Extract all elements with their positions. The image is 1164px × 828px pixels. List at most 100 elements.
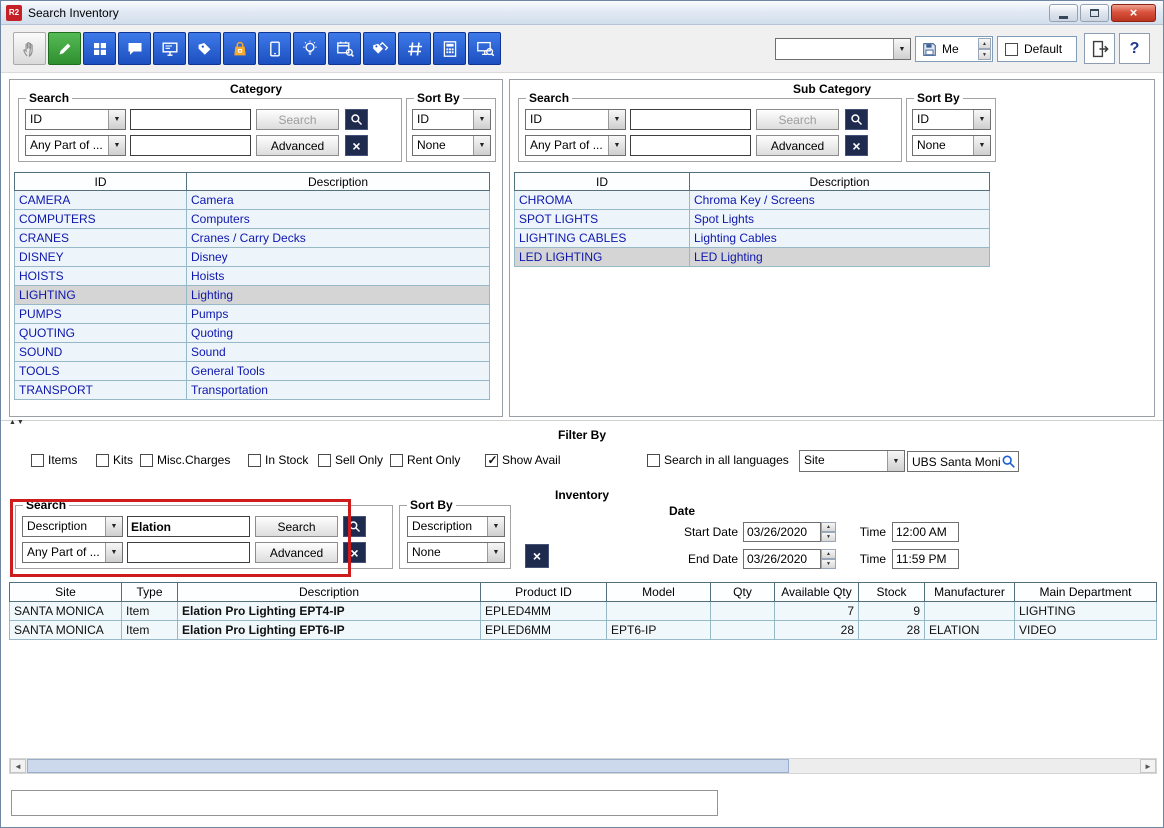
column-header[interactable]: ID <box>15 173 187 191</box>
scroll-thumb[interactable] <box>27 759 789 773</box>
column-header[interactable]: ID <box>515 173 690 191</box>
subcategory-sort-primary[interactable]: ID▼ <box>912 109 991 130</box>
help-button[interactable]: ? <box>1119 33 1150 64</box>
end-time-field[interactable] <box>892 549 959 569</box>
calendar-search-button[interactable] <box>328 32 361 65</box>
category-search-input[interactable] <box>130 109 251 130</box>
filter-checkbox-items[interactable]: Items <box>31 453 77 467</box>
table-row-selected[interactable]: LIGHTINGLighting <box>15 286 490 305</box>
spinner-down-icon[interactable]: ▼ <box>821 559 836 569</box>
category-magnifier-button[interactable] <box>345 109 368 130</box>
inventory-sort-primary[interactable]: Description▼ <box>407 516 505 537</box>
subcategory-clear-button[interactable]: × <box>845 135 868 156</box>
default-checkbox[interactable]: Default <box>997 36 1077 62</box>
monitor-search-button[interactable] <box>468 32 501 65</box>
inventory-search-input[interactable] <box>127 516 250 537</box>
column-header[interactable]: Main Department <box>1015 583 1157 602</box>
preset-selector[interactable]: ▼ <box>775 38 911 60</box>
category-match-selector[interactable]: Any Part of ...▼ <box>25 135 126 156</box>
checkbox-icon[interactable] <box>318 454 331 467</box>
column-header[interactable]: Product ID <box>481 583 607 602</box>
status-input[interactable] <box>11 790 718 816</box>
monitor-button[interactable] <box>153 32 186 65</box>
column-header[interactable]: Stock <box>859 583 925 602</box>
spinner-down-icon[interactable]: ▼ <box>978 49 991 60</box>
maximize-button[interactable] <box>1080 4 1109 22</box>
subcategory-search-input[interactable] <box>630 109 751 130</box>
inventory-advanced-button[interactable]: Advanced <box>255 542 338 563</box>
column-header[interactable]: Manufacturer <box>925 583 1015 602</box>
exit-button[interactable] <box>1084 33 1115 64</box>
start-date-field[interactable] <box>743 522 821 542</box>
scroll-left-icon[interactable]: ◄ <box>10 759 26 773</box>
table-row[interactable]: SANTA MONICA Item Elation Pro Lighting E… <box>10 621 1157 640</box>
checkbox-icon[interactable] <box>1005 43 1018 56</box>
table-row[interactable]: HOISTSHoists <box>15 267 490 286</box>
category-sort-primary[interactable]: ID▼ <box>412 109 491 130</box>
table-row[interactable]: CHROMAChroma Key / Screens <box>515 191 990 210</box>
inventory-field-selector[interactable]: Description▼ <box>22 516 123 537</box>
end-date-field[interactable] <box>743 549 821 569</box>
column-header[interactable]: Model <box>607 583 711 602</box>
inventory-match-input[interactable] <box>127 542 250 563</box>
table-row[interactable]: COMPUTERSComputers <box>15 210 490 229</box>
category-match-input[interactable] <box>130 135 251 156</box>
subcategory-sort-secondary[interactable]: None▼ <box>912 135 991 156</box>
category-field-selector[interactable]: ID▼ <box>25 109 126 130</box>
filter-checkbox-search-all-languages[interactable]: Search in all languages <box>647 453 789 467</box>
spinner-up-icon[interactable]: ▲ <box>821 549 836 559</box>
subcategory-field-selector[interactable]: ID▼ <box>525 109 626 130</box>
table-row[interactable]: SANTA MONICA Item Elation Pro Lighting E… <box>10 602 1157 621</box>
inventory-reset-button[interactable]: × <box>525 544 549 568</box>
grid-button[interactable] <box>83 32 116 65</box>
category-advanced-button[interactable]: Advanced <box>256 135 339 156</box>
scroll-right-icon[interactable]: ► <box>1140 759 1156 773</box>
column-header[interactable]: Description <box>178 583 481 602</box>
checkbox-icon[interactable] <box>96 454 109 467</box>
inventory-match-selector[interactable]: Any Part of ...▼ <box>22 542 123 563</box>
start-date-spinner[interactable]: ▲▼ <box>821 522 836 542</box>
column-header[interactable]: Site <box>10 583 122 602</box>
table-row[interactable]: SOUNDSound <box>15 343 490 362</box>
filter-checkbox-misc-charges[interactable]: Misc.Charges <box>140 453 230 467</box>
table-row[interactable]: LIGHTING CABLESLighting Cables <box>515 229 990 248</box>
inventory-search-button[interactable]: Search <box>255 516 338 537</box>
titlebar[interactable]: R2 Search Inventory × <box>1 1 1163 25</box>
inventory-magnifier-button[interactable] <box>343 516 366 537</box>
calculator-button[interactable] <box>433 32 466 65</box>
checkbox-icon[interactable] <box>248 454 261 467</box>
category-sort-secondary[interactable]: None▼ <box>412 135 491 156</box>
column-header[interactable]: Qty <box>711 583 775 602</box>
spinner-up-icon[interactable]: ▲ <box>978 38 991 49</box>
checkbox-icon[interactable] <box>485 454 498 467</box>
spinner-up-icon[interactable]: ▲ <box>821 522 836 532</box>
me-button[interactable]: Me ▲▼ <box>915 36 993 62</box>
price-tags-button[interactable] <box>188 32 221 65</box>
table-row[interactable]: CRANESCranes / Carry Decks <box>15 229 490 248</box>
splitter-arrows-icon[interactable]: ▲▼ <box>9 419 25 426</box>
site-value-field[interactable]: UBS Santa Moni <box>907 451 1019 472</box>
table-row[interactable]: SPOT LIGHTSSpot Lights <box>515 210 990 229</box>
category-clear-button[interactable]: × <box>345 135 368 156</box>
filter-checkbox-sell-only[interactable]: Sell Only <box>318 453 383 467</box>
spinner-down-icon[interactable]: ▼ <box>821 532 836 542</box>
tablet-button[interactable] <box>258 32 291 65</box>
pencil-button[interactable] <box>48 32 81 65</box>
category-search-button[interactable]: Search <box>256 109 339 130</box>
chat-button[interactable] <box>118 32 151 65</box>
filter-checkbox-rent-only[interactable]: Rent Only <box>390 453 460 467</box>
table-row[interactable]: TOOLSGeneral Tools <box>15 362 490 381</box>
column-header[interactable]: Description <box>187 173 490 191</box>
inventory-clear-button[interactable]: × <box>343 542 366 563</box>
checkbox-icon[interactable] <box>647 454 660 467</box>
column-header[interactable]: Type <box>122 583 178 602</box>
subcategory-magnifier-button[interactable] <box>845 109 868 130</box>
table-row[interactable]: CAMERACamera <box>15 191 490 210</box>
table-row[interactable]: DISNEYDisney <box>15 248 490 267</box>
site-scope-selector[interactable]: Site▼ <box>799 450 905 472</box>
subcategory-match-input[interactable] <box>630 135 751 156</box>
lightbulb-button[interactable] <box>293 32 326 65</box>
table-row[interactable]: TRANSPORTTransportation <box>15 381 490 400</box>
shopping-bag-button[interactable] <box>223 32 256 65</box>
site-search-icon[interactable] <box>1001 454 1016 469</box>
